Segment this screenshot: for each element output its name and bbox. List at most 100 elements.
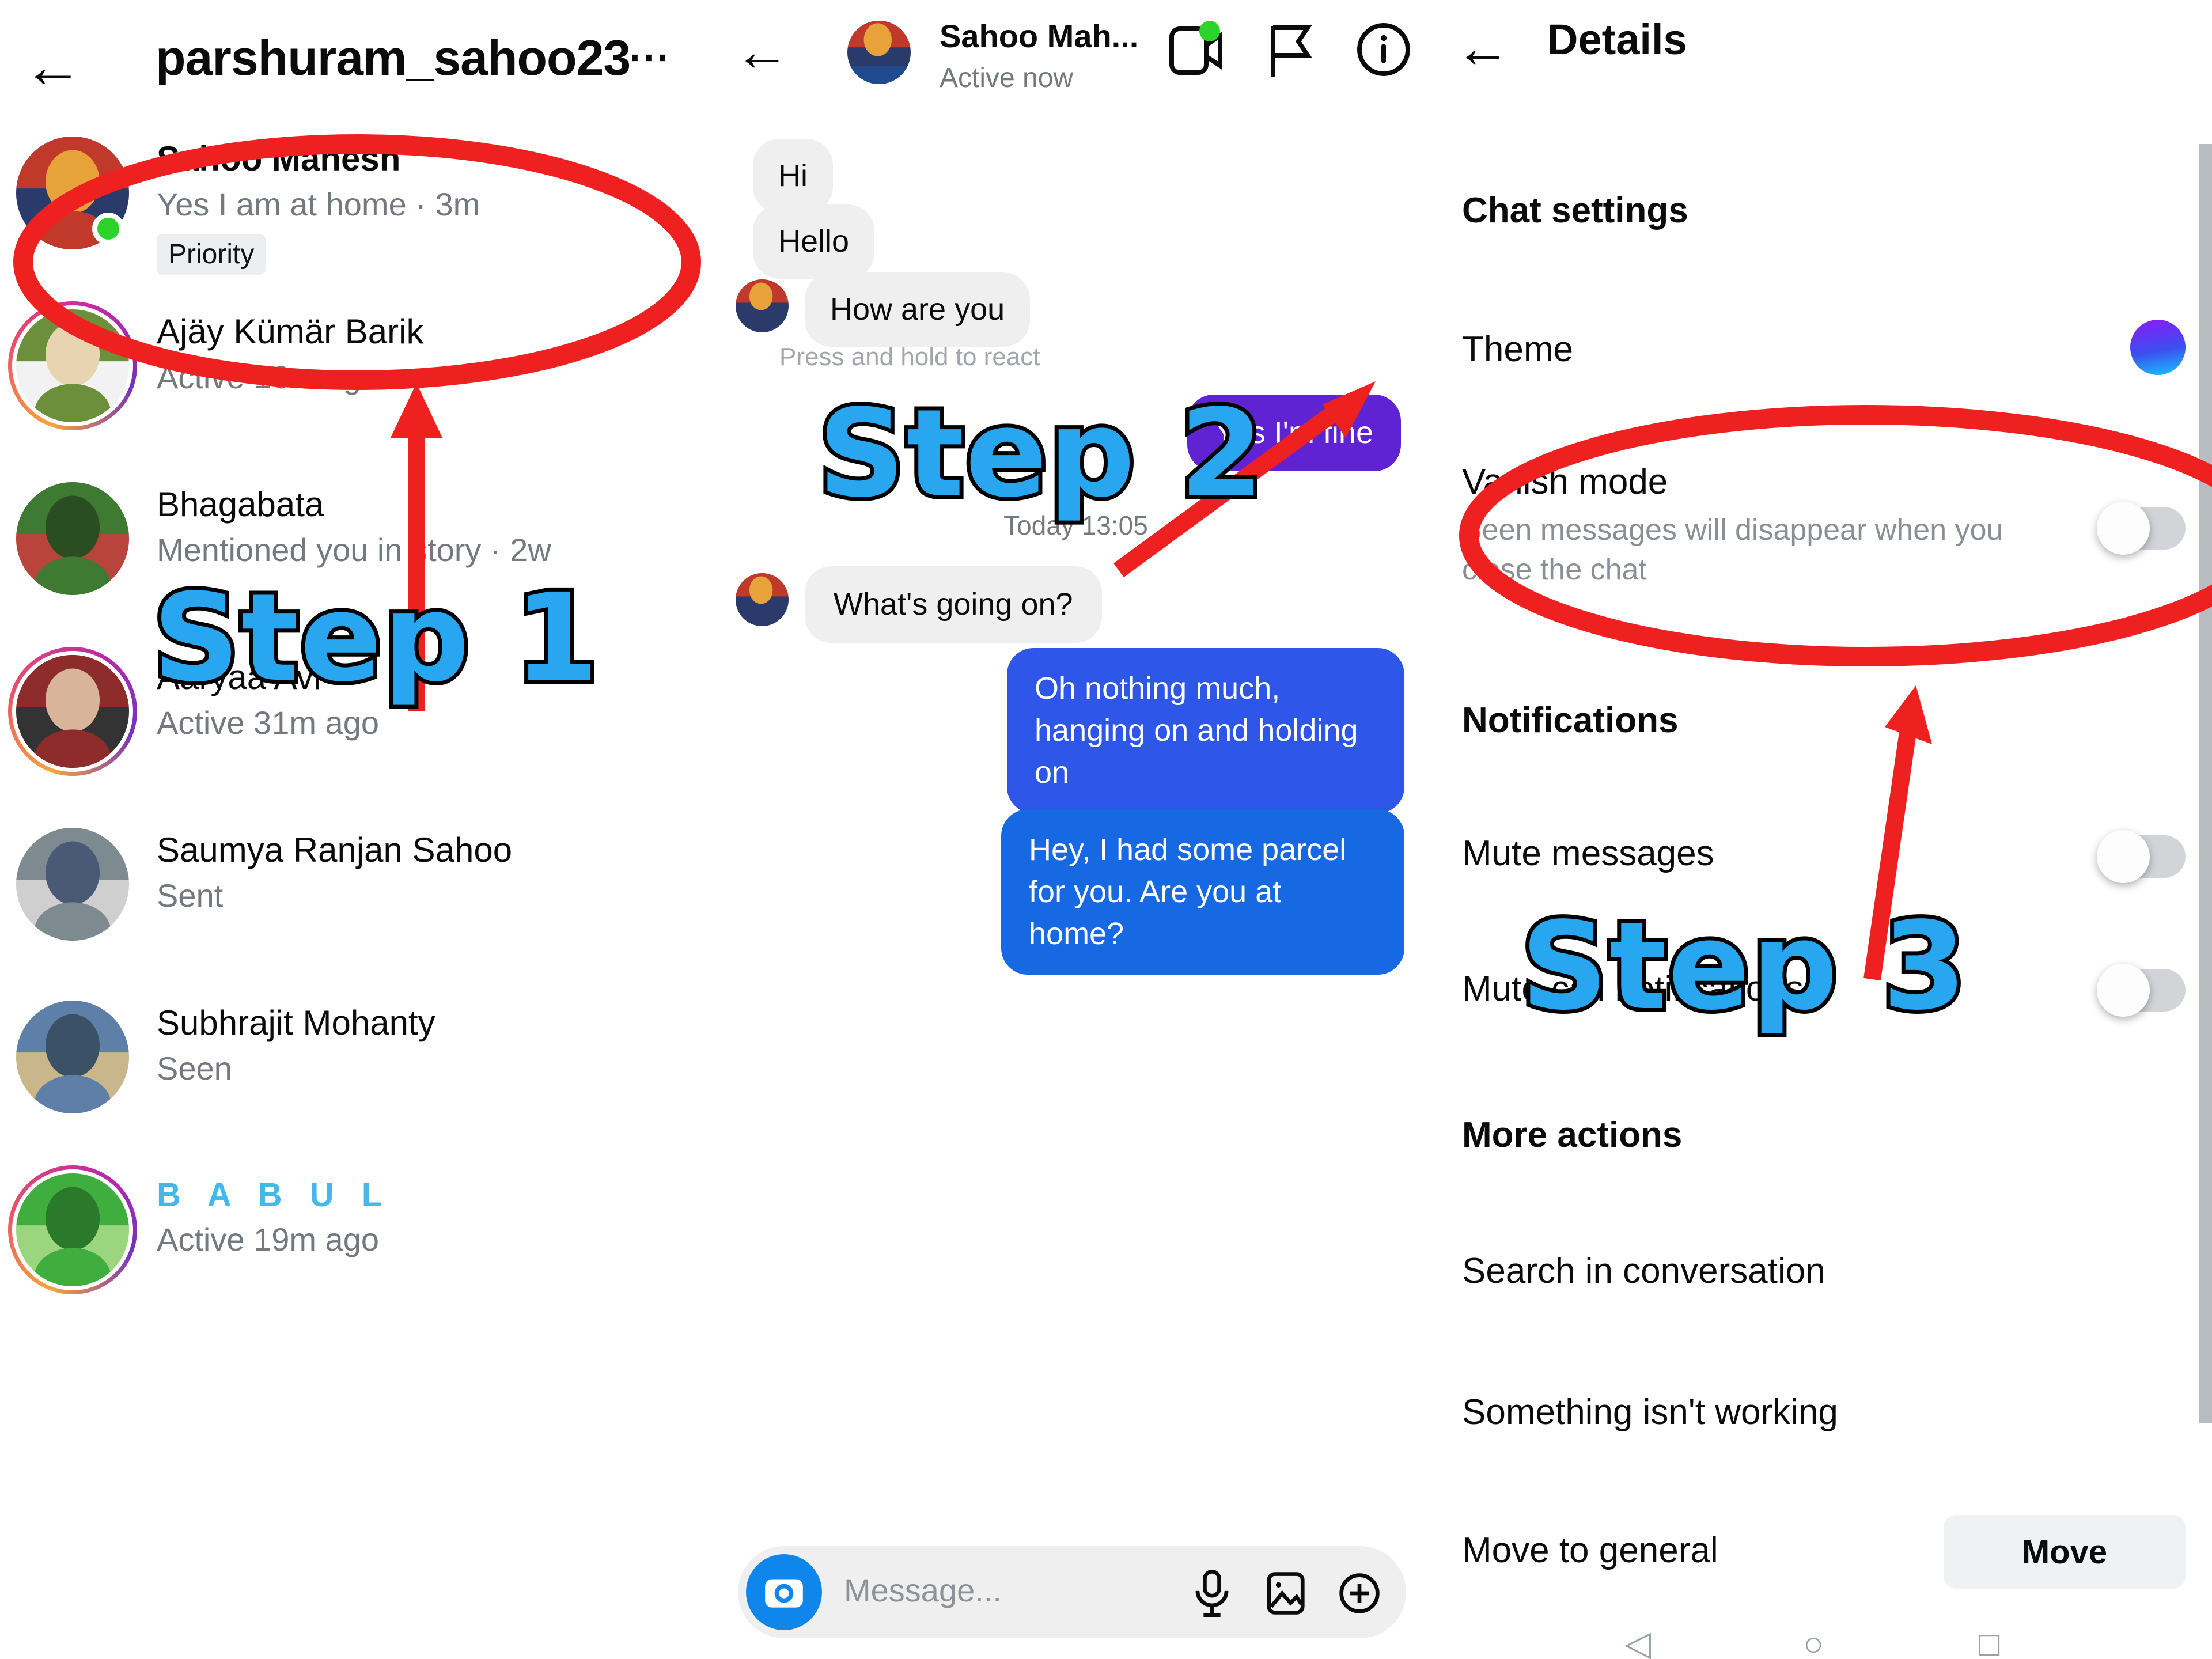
chat-item-subtitle: Sent <box>157 877 224 914</box>
react-hint: Press and hold to react <box>779 343 1040 371</box>
conversation-header-actions <box>1168 20 1412 83</box>
chat-list-item[interactable]: Saumya Ranjan Sahoo Sent <box>0 815 717 988</box>
avatar-image <box>16 828 129 941</box>
chat-item-name: Saumya Ranjan Sahoo <box>157 831 513 869</box>
details-row-mute-messages[interactable]: Mute messages <box>1462 832 1714 875</box>
details-panel: ← Details Chat settings Theme Vanish mod… <box>1434 0 2212 1659</box>
video-call-icon[interactable] <box>1168 20 1226 83</box>
message-bubble: Hello <box>753 204 875 279</box>
avatar[interactable] <box>16 828 129 941</box>
avatar[interactable] <box>16 1001 129 1113</box>
status-badge: Priority <box>157 233 266 275</box>
move-button[interactable]: Move <box>1944 1515 2186 1589</box>
scrollbar[interactable] <box>2199 144 2212 1423</box>
gallery-icon[interactable] <box>1261 1567 1310 1620</box>
chat-item-subtitle: Seen <box>157 1050 232 1086</box>
details-row-theme[interactable]: Theme <box>1462 328 1573 371</box>
details-row-move-to-general[interactable]: Move to general <box>1462 1529 1718 1572</box>
avatar <box>736 573 789 626</box>
conversation-panel: ← Sahoo Mah... Active now Hi Hello How a… <box>717 0 1434 1659</box>
avatar <box>736 279 789 332</box>
avatar-image <box>16 482 129 595</box>
avatar-image <box>847 21 911 84</box>
row-label: Search in conversation <box>1462 1251 1825 1291</box>
avatar[interactable] <box>847 21 911 84</box>
avatar-image <box>16 309 129 422</box>
annotation-step1-label: Step 1 <box>149 563 603 713</box>
microphone-icon[interactable] <box>1187 1567 1237 1620</box>
chat-item-subtitle: Active 16m ago <box>157 358 379 395</box>
details-row-search-in-conversation[interactable]: Search in conversation <box>1462 1250 1825 1293</box>
row-label: Vanish mode <box>1462 462 1668 502</box>
details-row-vanish-mode[interactable]: Vanish mode Seen messages will disappear… <box>1462 461 2015 590</box>
section-heading-notifications: Notifications <box>1462 700 1679 740</box>
annotation-step3-label: Step 3 <box>1517 892 1971 1041</box>
message-input[interactable]: Message... <box>844 1571 1002 1609</box>
avatar[interactable] <box>16 137 129 249</box>
mute-messages-toggle[interactable] <box>2097 830 2186 883</box>
message-list: Hi Hello How are you Press and hold to r… <box>717 112 1434 1532</box>
chat-list[interactable]: Sahoo Mahesh Yes I am at home · 3m Priorit… <box>0 124 717 1334</box>
mute-calls-toggle[interactable] <box>2097 964 2186 1017</box>
conversation-status: Active now <box>940 63 1074 93</box>
chat-item-name: B A B U L <box>157 1176 392 1214</box>
row-label: Move to general <box>1462 1531 1718 1570</box>
section-heading-chat-settings: Chat settings <box>1462 191 1688 230</box>
chat-item-subtitle: Yes I am at home · 3m <box>157 185 480 222</box>
chat-item-name: Sahoo Mahesh <box>157 139 401 178</box>
row-label: Mute messages <box>1462 834 1714 873</box>
back-triangle-icon[interactable]: ◁ <box>1624 1623 1651 1659</box>
details-header: ← Details <box>1434 0 2212 104</box>
camera-icon[interactable] <box>746 1554 822 1630</box>
avatar[interactable] <box>16 482 129 595</box>
chat-item-name: Subhrajit Mohanty <box>157 1003 435 1042</box>
annotation-step2-label: Step 2 <box>814 379 1268 528</box>
message-composer[interactable]: Message... <box>738 1546 1406 1638</box>
details-title: Details <box>1547 16 1687 63</box>
chat-list-item[interactable]: Sahoo Mahesh Yes I am at home · 3m Priorit… <box>0 124 717 297</box>
chat-item-name: Ajäy Kümär Barik <box>157 312 424 351</box>
row-description: Seen messages will disappear when you cl… <box>1462 513 2003 587</box>
inbox-panel: ← parshuram_sahoo23 ⋯ Sahoo Mahesh Yes I … <box>0 0 717 1659</box>
online-indicator <box>92 213 124 245</box>
theme-swatch[interactable] <box>2130 320 2186 375</box>
chat-list-item[interactable]: Ajäy Kümär Barik Active 16m ago <box>0 297 717 469</box>
row-label: Something isn't working <box>1462 1392 1838 1432</box>
chat-list-item[interactable]: B A B U L Active 19m ago <box>0 1161 717 1334</box>
toggle-knob <box>2097 830 2150 883</box>
avatar[interactable] <box>8 301 137 430</box>
inbox-header: ← parshuram_sahoo23 ⋯ <box>0 0 717 124</box>
details-row-something-isnt-working[interactable]: Something isn't working <box>1462 1391 1838 1434</box>
section-heading-more-actions: More actions <box>1462 1115 1683 1155</box>
back-arrow-icon[interactable]: ← <box>1455 21 1510 76</box>
flag-icon[interactable] <box>1262 20 1319 83</box>
recents-square-icon[interactable]: □ <box>1979 1624 1999 1659</box>
more-options-icon[interactable]: ⋯ <box>628 32 672 81</box>
chat-item-subtitle: Active 19m ago <box>157 1221 379 1258</box>
plus-icon[interactable] <box>1335 1567 1384 1620</box>
chat-item-subtitle: Mentioned you in story · 2w <box>157 531 551 568</box>
avatar-image <box>16 1001 129 1113</box>
chat-list-item[interactable]: Subhrajit Mohanty Seen <box>0 988 717 1161</box>
page-title: parshuram_sahoo23 <box>156 31 631 86</box>
toggle-knob <box>2097 502 2150 555</box>
avatar-image <box>16 1173 129 1286</box>
android-navbar: ◁ ○ □ <box>1434 1606 2212 1659</box>
screenshot-root: ← parshuram_sahoo23 ⋯ Sahoo Mahesh Yes I … <box>0 0 2212 1659</box>
home-circle-icon[interactable]: ○ <box>1803 1624 1824 1659</box>
avatar[interactable] <box>8 647 137 776</box>
back-arrow-icon[interactable]: ← <box>23 37 83 97</box>
back-arrow-icon[interactable]: ← <box>734 24 790 79</box>
avatar-image <box>16 655 129 768</box>
chat-item-name: Bhagabata <box>157 485 324 524</box>
chat-item-subtitle: Active 31m ago <box>157 704 379 741</box>
message-bubble: Hi <box>753 139 833 213</box>
message-bubble: Hey, I had some parcel for you. Are you … <box>1001 809 1404 975</box>
message-bubble: Oh nothing much, hanging on and holding … <box>1007 648 1404 813</box>
composer-actions <box>1187 1567 1384 1620</box>
vanish-mode-toggle[interactable] <box>2097 502 2186 555</box>
info-icon[interactable] <box>1355 20 1412 83</box>
avatar[interactable] <box>8 1165 137 1294</box>
message-bubble: How are you <box>805 272 1031 347</box>
message-bubble: What's going on? <box>805 566 1102 643</box>
